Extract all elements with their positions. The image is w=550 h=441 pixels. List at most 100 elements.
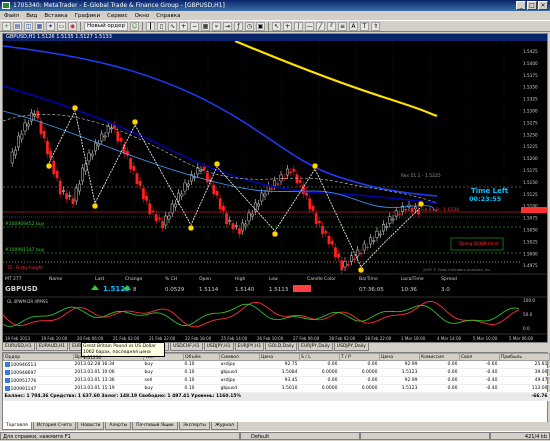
time-axis-label: 28 Feb 22:00: [365, 336, 392, 341]
periods-icon[interactable]: ◷: [244, 21, 254, 31]
order-cell: usdjpy: [220, 378, 236, 383]
zoom-out-icon[interactable]: −: [189, 21, 199, 31]
templates-icon[interactable]: ▣: [255, 21, 265, 31]
order-cell: 2013.03.01 15:19: [74, 386, 115, 391]
chart-tab[interactable]: EURUSD,H1: [2, 343, 35, 351]
candlestick-icon[interactable]: ▯: [156, 21, 166, 31]
strategy-tester-icon[interactable]: ◉: [68, 21, 77, 31]
chart-tab[interactable]: EURAUD,H1: [35, 343, 69, 351]
menu-help[interactable]: Справка: [156, 13, 180, 19]
menu-window[interactable]: Окно: [135, 13, 150, 19]
maximize-button[interactable]: □: [527, 1, 537, 10]
chart-tab[interactable]: GOLD,Daily: [265, 343, 298, 351]
indicators-icon[interactable]: ƒ: [233, 21, 243, 31]
cursor-icon[interactable]: ↖: [271, 21, 281, 31]
chart-window[interactable]: GBPUSD,H1 1.5126 1.5135 1.5127 1.5133 1.…: [2, 33, 548, 343]
chart-tab[interactable]: EURJPY,Daily: [298, 343, 333, 351]
menu-view[interactable]: Вид: [26, 13, 37, 19]
orders-column-header[interactable]: Цена: [379, 353, 420, 361]
menu-charts[interactable]: Графики: [75, 13, 100, 19]
orders-column-header[interactable]: T / P: [339, 353, 380, 361]
market-watch-icon[interactable]: ◫: [24, 21, 33, 31]
terminal-tab[interactable]: Торговля: [2, 422, 32, 430]
candle-body: [116, 131, 120, 142]
orders-column-header[interactable]: Своп: [459, 353, 500, 361]
order-icon: [4, 369, 10, 375]
chart-canvas[interactable]: 1.5425 1.5400 1.5375 1.5350 1.5325 1.5300 1.52…: [3, 41, 547, 342]
menu-bar: Файл Вид Вставка Графики Сервис Окно Спр…: [0, 11, 550, 20]
info-header: High: [235, 276, 245, 282]
price-axis-label: 1.5125: [523, 192, 538, 197]
terminal-tab[interactable]: Эксперты: [178, 422, 210, 430]
candle-body: [372, 240, 376, 242]
terminal-tab[interactable]: Новости: [76, 422, 105, 430]
orders-column-header[interactable]: Комиссия: [419, 353, 460, 361]
price-axis-label: 1.5425: [523, 49, 538, 54]
channel-icon[interactable]: ⫽: [326, 21, 336, 31]
status-profile: Default: [240, 432, 360, 440]
bar-chart-icon[interactable]: ┃: [145, 21, 155, 31]
menu-insert[interactable]: Вставка: [44, 13, 67, 19]
order-cell: 2013.03.01 13:36: [74, 378, 115, 383]
info-header: Low: [269, 276, 278, 282]
autoscroll-icon[interactable]: »: [211, 21, 221, 31]
trendline-icon[interactable]: ╱: [315, 21, 325, 31]
chart-tab[interactable]: EURJPY,H1: [234, 343, 265, 351]
candle-body: [298, 179, 302, 183]
chart-tab[interactable]: USDJPY,Daily: [333, 343, 369, 351]
chart-tab[interactable]: USDCHF,H1: [170, 343, 203, 351]
tile-windows-icon[interactable]: ▦: [200, 21, 210, 31]
order-row[interactable]: 100948697 2013.03.01 10:06 buy 0.10 gbpusd 1.…: [3, 368, 550, 377]
chart-shift-icon[interactable]: ⇥: [222, 21, 232, 31]
status-traffic: 421/4 kb: [490, 432, 550, 440]
minimize-button[interactable]: _: [516, 1, 526, 10]
order-cell: 2013.02.28 16:34: [74, 362, 115, 367]
menu-tools[interactable]: Сервис: [107, 13, 128, 19]
fibonacci-icon[interactable]: ≡: [337, 21, 347, 31]
arrows-icon[interactable]: ⇑: [370, 21, 380, 31]
info-header: Open: [199, 276, 211, 282]
menu-file[interactable]: Файл: [4, 13, 19, 19]
terminal-tab[interactable]: Журнал: [210, 422, 238, 430]
profiles-icon[interactable]: ▤: [13, 21, 22, 31]
crosshair-icon[interactable]: +: [282, 21, 292, 31]
order-cell: 0.00: [367, 362, 378, 367]
candle-body: [340, 260, 344, 271]
candle-body: [404, 209, 408, 211]
info-header: Last: [95, 276, 105, 282]
terminal-tab[interactable]: Почтовый Ящик: [132, 422, 178, 430]
terminal-icon[interactable]: ▭: [57, 21, 66, 31]
close-button[interactable]: ×: [538, 1, 548, 10]
orders-column-header[interactable]: Символ: [219, 353, 260, 361]
new-order-button[interactable]: Новый ордер: [84, 21, 128, 31]
new-chart-icon[interactable]: +: [2, 21, 11, 31]
candle-body: [388, 216, 392, 224]
candle-body: [369, 237, 372, 245]
terminal-tab[interactable]: История Счета: [32, 422, 76, 430]
orders-column-header[interactable]: Объём: [183, 353, 220, 361]
candle-body: [218, 198, 222, 210]
price-axis-label: 1.5325: [523, 97, 538, 102]
line-chart-icon[interactable]: ∿: [167, 21, 177, 31]
chart-tab[interactable]: USDJPY,H1: [203, 343, 234, 351]
data-window-icon[interactable]: ▦: [35, 21, 44, 31]
osc-axis-label: 100.0: [523, 298, 535, 303]
vertical-line-icon[interactable]: |: [293, 21, 303, 31]
candle-body: [145, 195, 148, 201]
navigator-icon[interactable]: ✦: [46, 21, 55, 31]
order-cell: 100991147: [10, 386, 37, 392]
expert-advisors-icon[interactable]: ☺: [129, 21, 139, 31]
horizontal-line-icon[interactable]: —: [304, 21, 314, 31]
order-row[interactable]: 100991147 2013.03.01 15:19 buy 0.10 gbpusd 1.…: [3, 384, 550, 393]
orders-column-header[interactable]: Ордер: [3, 353, 74, 361]
copyright-note: 2007 © Forex Indicators Analytics, Inc.: [423, 268, 491, 272]
orders-column-header[interactable]: Цена: [259, 353, 300, 361]
terminal-tab[interactable]: Алерты: [105, 422, 132, 430]
candle-body: [17, 135, 20, 148]
zoom-in-icon[interactable]: +: [178, 21, 188, 31]
order-row[interactable]: 100951776 2013.03.01 13:36 sell 0.10 usdjpy 9…: [3, 376, 550, 385]
orders-column-header[interactable]: S / L: [299, 353, 340, 361]
text-icon[interactable]: A: [348, 21, 358, 31]
label-icon[interactable]: T: [359, 21, 369, 31]
orders-column-header[interactable]: Прибыль: [499, 353, 550, 361]
